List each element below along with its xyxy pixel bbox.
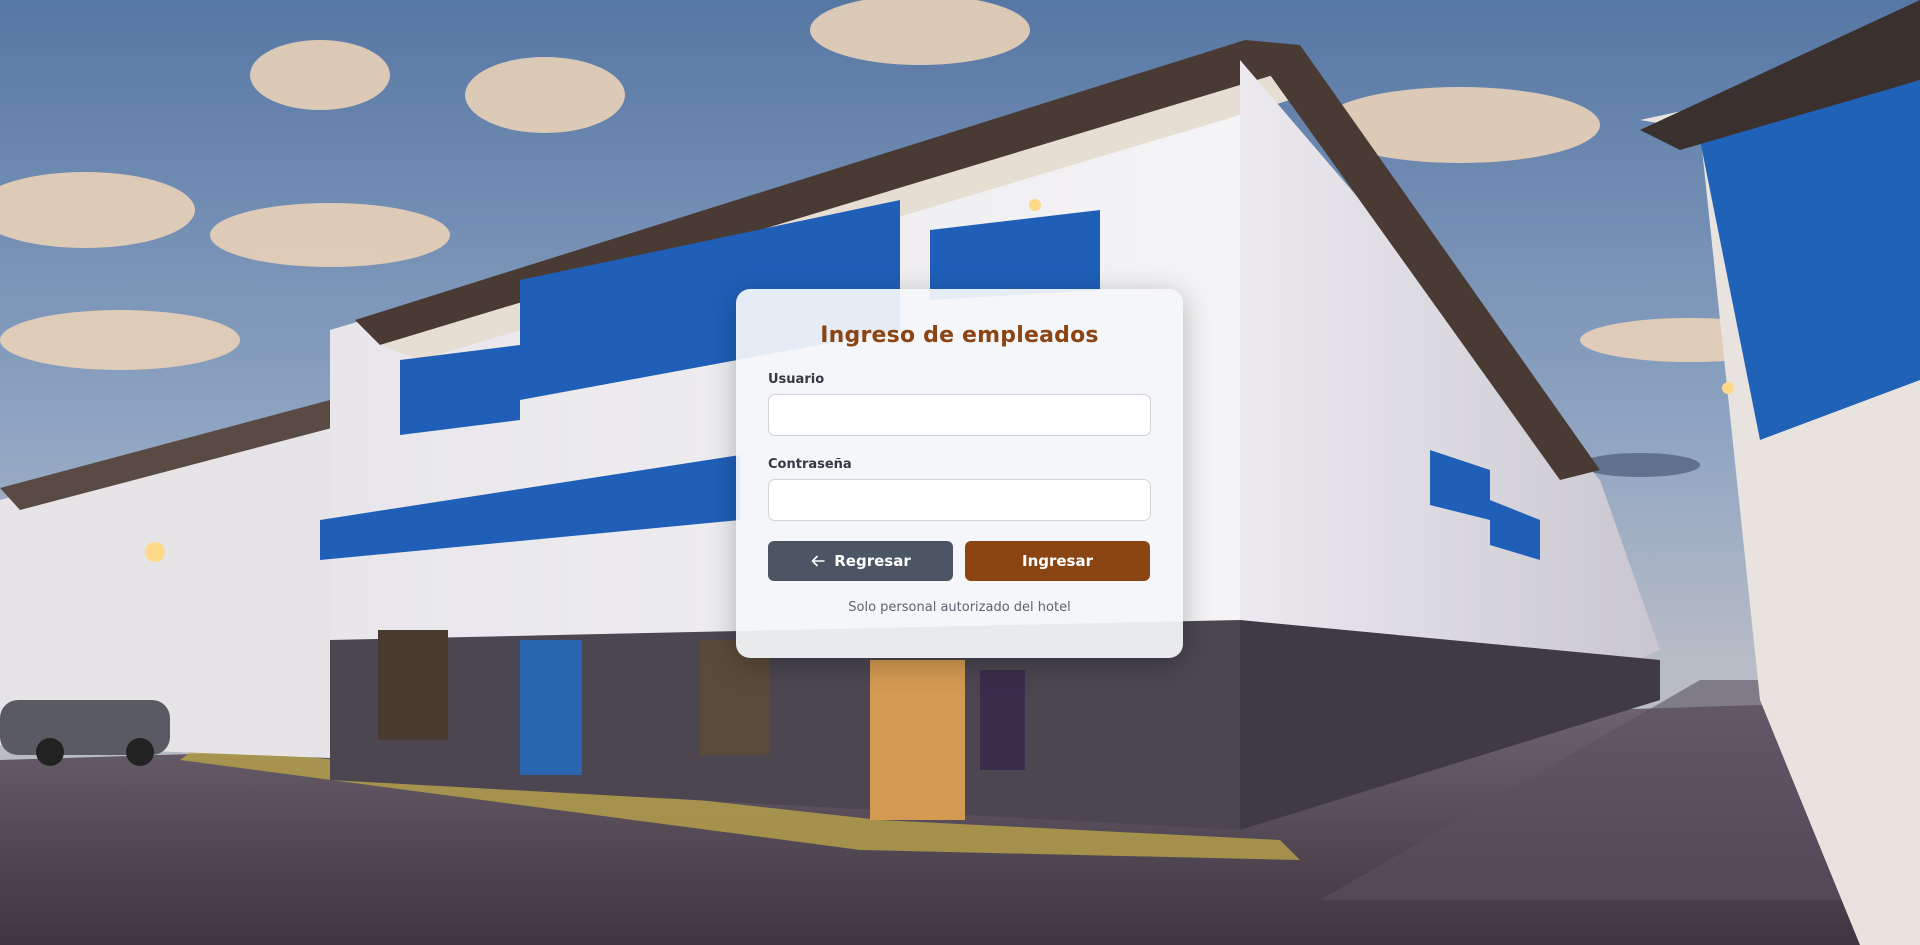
login-button-label: Ingresar: [1021, 552, 1093, 570]
authorized-notice: Solo personal autorizado del hotel: [848, 600, 1071, 615]
back-button[interactable]: Regresar: [768, 541, 953, 581]
back-button-label: Regresar: [834, 552, 911, 570]
username-input[interactable]: [768, 394, 1151, 436]
login-title: Ingreso de empleados: [820, 323, 1099, 348]
password-label: Contraseña: [768, 457, 852, 472]
login-button[interactable]: Ingresar: [965, 541, 1150, 581]
login-actions: Regresar Ingresar: [768, 541, 1151, 581]
username-label: Usuario: [768, 372, 825, 387]
arrow-left-icon: [811, 555, 826, 567]
login-card: Ingreso de empleados Usuario Contraseña …: [736, 289, 1183, 658]
password-input[interactable]: [768, 479, 1151, 521]
